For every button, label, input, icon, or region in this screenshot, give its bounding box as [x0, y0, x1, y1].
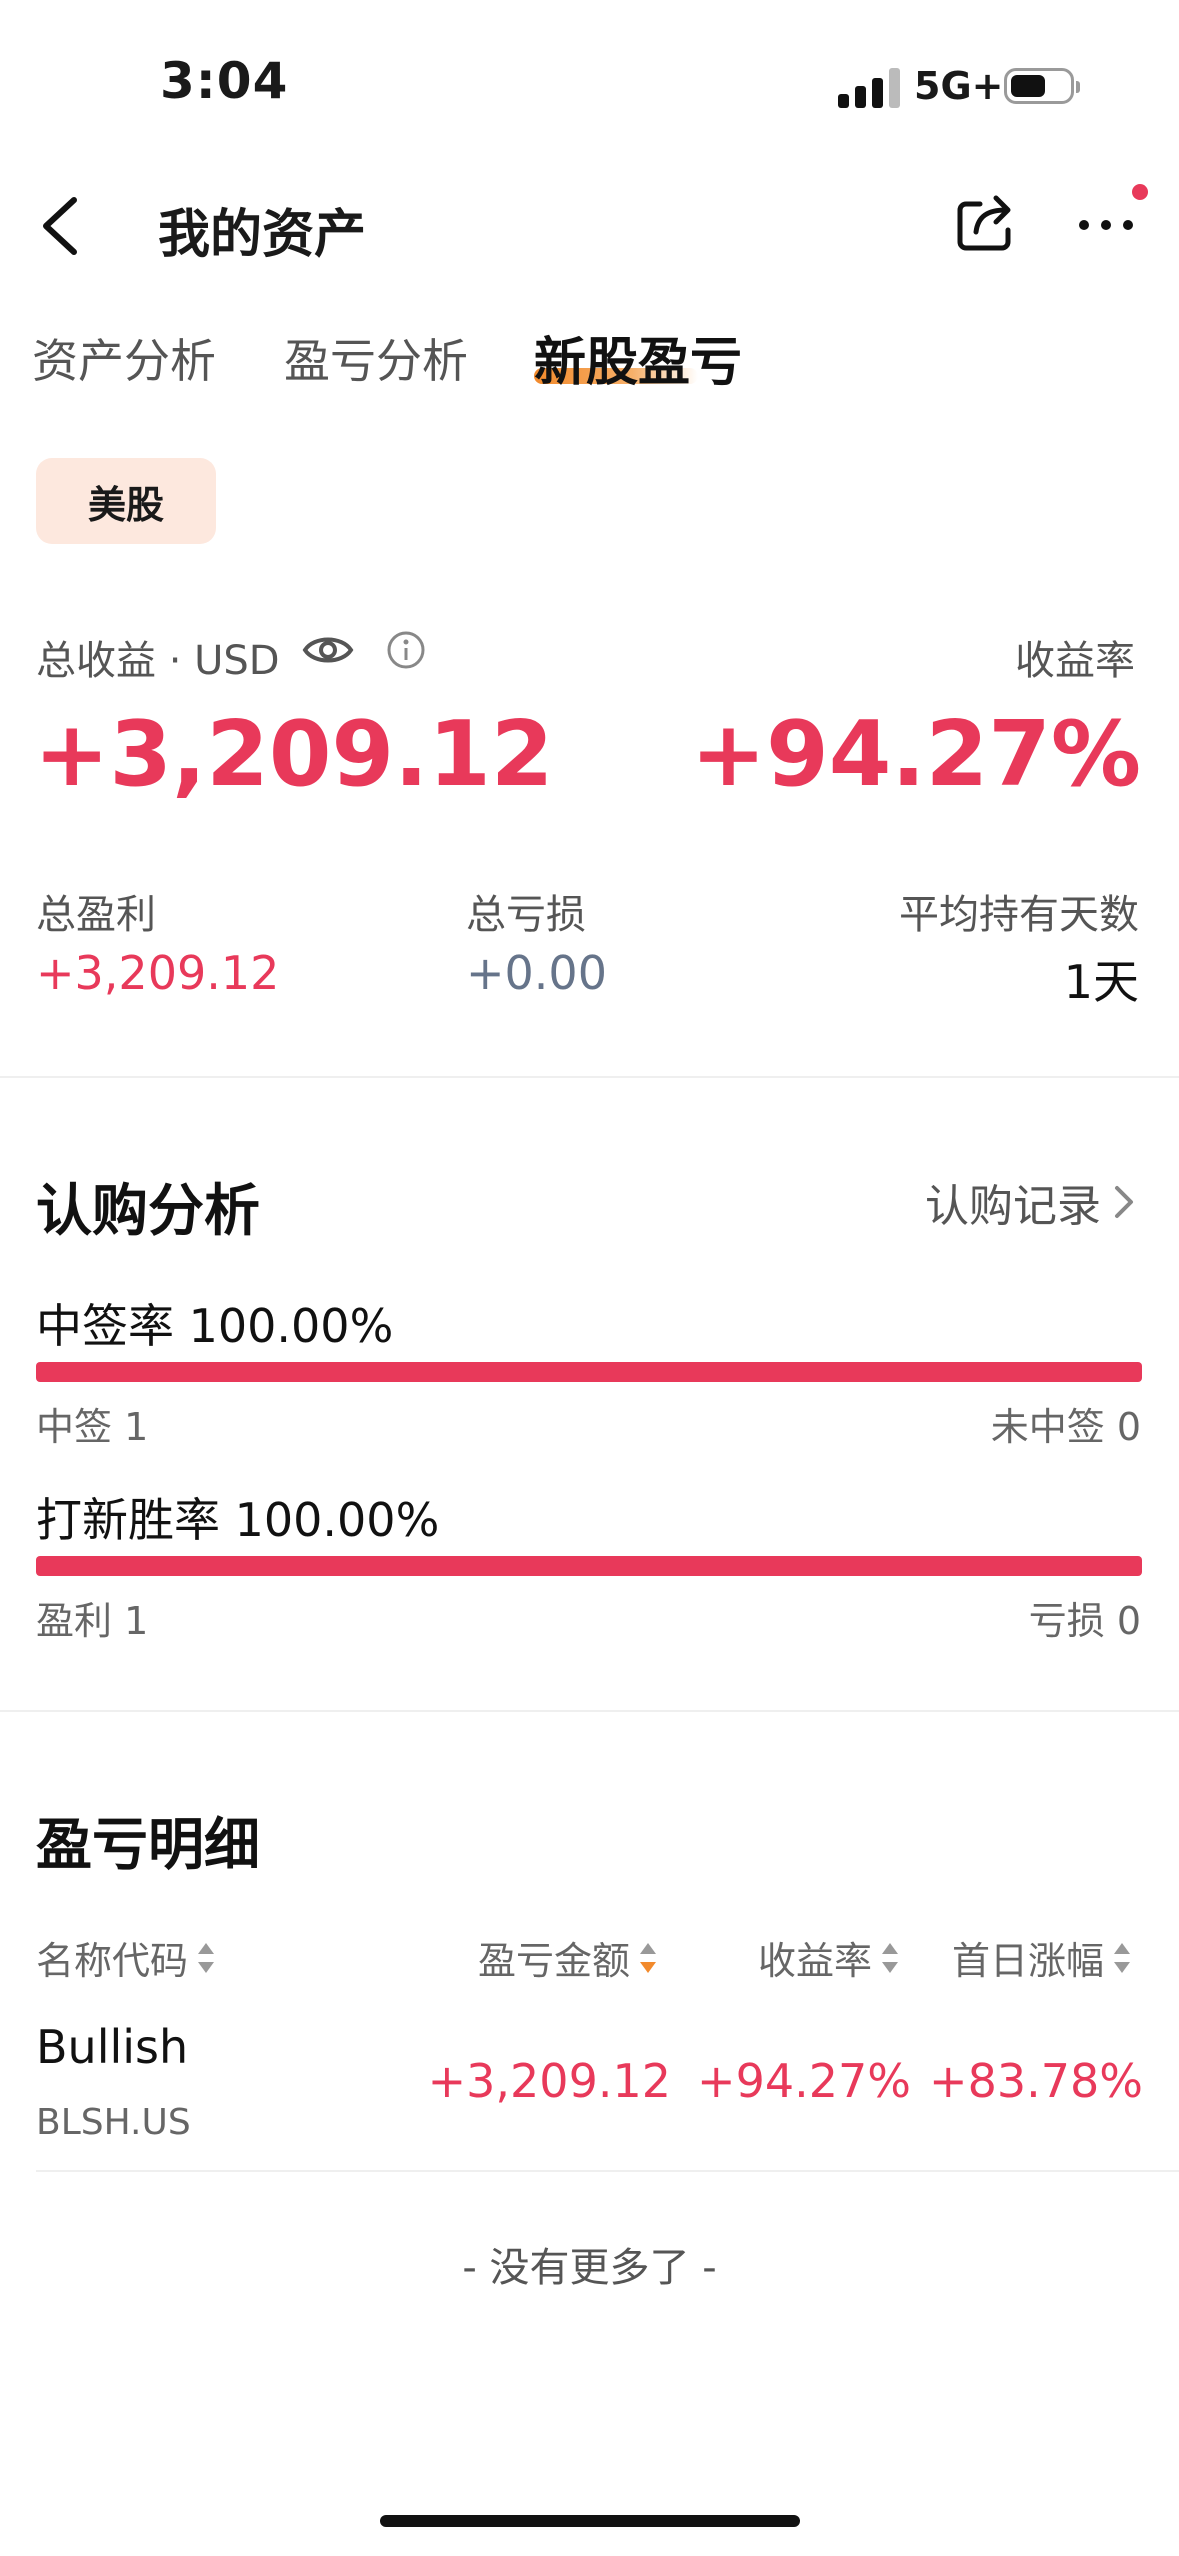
header-first-day-label: 首日涨幅	[952, 1939, 1105, 1983]
status-time: 3:04	[160, 52, 289, 110]
header-pl-amount[interactable]: 盈亏金额	[478, 1930, 657, 1985]
loss-count: 亏损 0	[1028, 1599, 1141, 1643]
return-rate-value: +94.27%	[690, 702, 1141, 807]
header-first-day[interactable]: 首日涨幅	[952, 1930, 1131, 1985]
ipo-win-rate-bar	[36, 1556, 1142, 1576]
notification-dot	[1132, 184, 1148, 200]
total-return-value: +3,209.12	[34, 702, 554, 807]
no-more-footer: - 没有更多了 -	[462, 2245, 717, 2291]
total-profit-value: +3,209.12	[36, 946, 280, 1000]
more-icon[interactable]	[1076, 210, 1136, 240]
total-return-label: 总收益 · USD	[36, 638, 280, 684]
total-loss-label: 总亏损	[466, 892, 586, 938]
header-name-code-label: 名称代码	[36, 1939, 189, 1983]
row-divider	[36, 2170, 1179, 2172]
sort-desc-icon	[640, 1942, 657, 1973]
sort-icon	[1114, 1942, 1131, 1973]
total-loss-value: +0.00	[466, 946, 607, 1000]
table-row[interactable]: Bullish BLSH.US +3,209.12 +94.27% +83.78…	[0, 2010, 1179, 2170]
header-return-rate[interactable]: 收益率	[758, 1930, 899, 1985]
stock-name: Bullish	[36, 2020, 189, 2074]
miss-count: 未中签 0	[990, 1405, 1141, 1449]
stock-return-rate: +94.27%	[697, 2054, 911, 2108]
back-arrow-icon[interactable]	[36, 196, 90, 256]
divider	[0, 1710, 1179, 1712]
chevron-right-icon	[1115, 1186, 1133, 1218]
market-chip-us[interactable]: 美股	[36, 458, 216, 544]
divider	[0, 1076, 1179, 1078]
home-indicator[interactable]	[380, 2515, 800, 2527]
win-rate-text: 中签率 100.00%	[36, 1299, 394, 1353]
stock-pl: +3,209.12	[427, 2054, 671, 2108]
share-icon[interactable]	[956, 190, 1016, 254]
profit-count: 盈利 1	[36, 1599, 149, 1643]
sort-icon	[882, 1942, 899, 1973]
battery-icon	[1004, 68, 1080, 104]
page-title: 我的资产	[158, 205, 367, 265]
tab-pl-analysis[interactable]: 盈亏分析	[284, 325, 468, 391]
signal-icon	[838, 68, 902, 108]
info-icon[interactable]	[386, 630, 426, 670]
win-rate-bar	[36, 1362, 1142, 1382]
total-profit-label: 总盈利	[36, 892, 156, 938]
avg-hold-days-label: 平均持有天数	[899, 892, 1139, 938]
header-return-rate-label: 收益率	[758, 1939, 873, 1983]
sort-icon	[198, 1942, 215, 1973]
tab-ipo-pl[interactable]: 新股盈亏	[534, 320, 742, 395]
ipo-win-rate-text: 打新胜率 100.00%	[36, 1493, 440, 1547]
return-rate-label: 收益率	[1015, 638, 1135, 684]
subscription-title: 认购分析	[36, 1179, 260, 1244]
stock-first-day: +83.78%	[929, 2054, 1143, 2108]
header-pl-amount-label: 盈亏金额	[478, 1939, 631, 1983]
subscription-records-label: 认购记录	[925, 1181, 1101, 1232]
eye-icon[interactable]	[302, 630, 354, 670]
tab-asset-analysis[interactable]: 资产分析	[32, 325, 216, 391]
subscription-records-link[interactable]: 认购记录	[925, 1170, 1135, 1234]
header-name-code[interactable]: 名称代码	[36, 1930, 215, 1985]
detail-title: 盈亏明细	[36, 1813, 260, 1878]
stock-code: BLSH.US	[36, 2102, 191, 2143]
win-count: 中签 1	[36, 1405, 149, 1449]
avg-hold-days-value: 1天	[1063, 955, 1139, 1009]
network-label: 5G+	[914, 64, 1004, 108]
